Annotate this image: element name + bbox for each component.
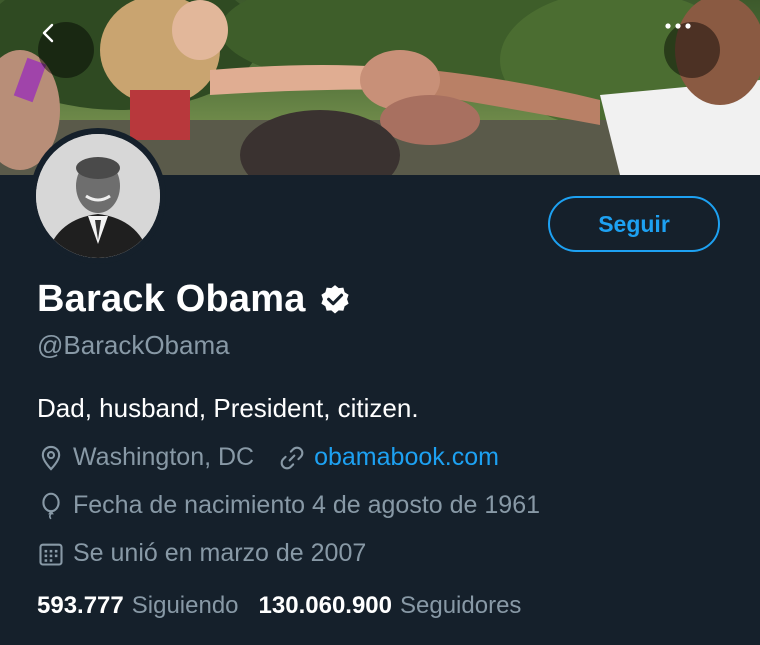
- more-options-button[interactable]: [664, 22, 720, 78]
- profile-handle: @BarackObama: [37, 330, 230, 360]
- back-arrow-icon: [42, 23, 54, 43]
- profile-joined-date: Se unió en marzo de 2007: [73, 539, 367, 567]
- birthday-row: Fecha de nacimiento 4 de agosto de 1961: [37, 491, 540, 520]
- followers-stat[interactable]: 130.060.900 Seguidores: [259, 592, 522, 620]
- followers-count: 130.060.900: [258, 592, 392, 619]
- followers-label: Seguidores: [400, 592, 522, 619]
- profile-bio: Dad, husband, President, citizen.: [37, 393, 419, 423]
- following-count: 593.777: [37, 592, 124, 619]
- balloon-icon: [42, 492, 60, 519]
- follow-button[interactable]: Seguir: [548, 196, 720, 252]
- verified-badge-icon: [320, 284, 349, 313]
- profile-birthday: Fecha de nacimiento 4 de agosto de 1961: [73, 491, 541, 519]
- following-stat[interactable]: 593.777 Siguiendo: [37, 592, 239, 620]
- more-options-icon: [665, 23, 691, 29]
- profile-avatar[interactable]: [30, 128, 166, 264]
- joined-row: Se unió en marzo de 2007: [37, 539, 366, 568]
- link-icon: [280, 446, 304, 469]
- back-button[interactable]: [38, 22, 94, 78]
- profile-website-link[interactable]: obamabook.com: [314, 443, 499, 472]
- name-row: Barack Obama: [37, 278, 352, 321]
- location-website-row: Washington, DC obamabook.com: [37, 443, 499, 472]
- calendar-icon: [39, 543, 63, 566]
- profile-stats: 593.777 Siguiendo 130.060.900 Seguidores: [37, 592, 521, 620]
- profile-name: Barack Obama: [37, 278, 306, 320]
- profile-location: Washington, DC: [73, 443, 255, 471]
- avatar-image: [36, 134, 160, 258]
- location-pin-icon: [41, 445, 61, 471]
- following-label: Siguiendo: [131, 592, 239, 619]
